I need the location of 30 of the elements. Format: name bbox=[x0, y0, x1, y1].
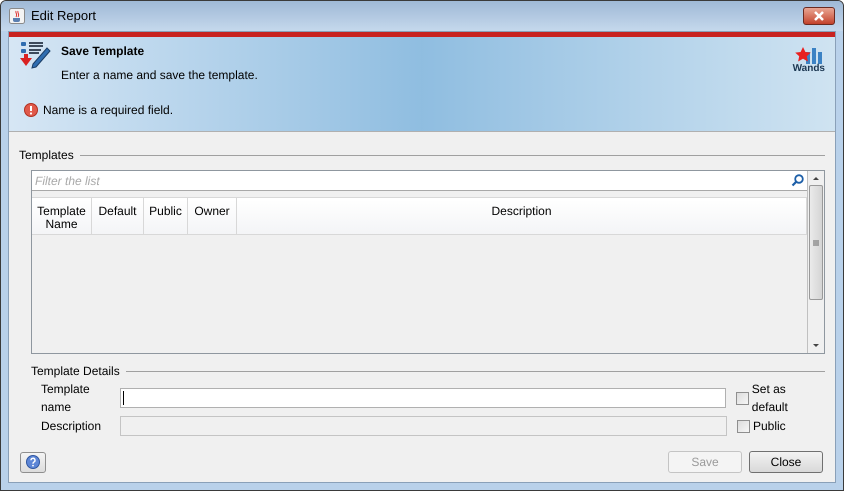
field-label: Template name bbox=[41, 381, 91, 416]
checkbox[interactable] bbox=[736, 392, 749, 404]
help-button[interactable] bbox=[20, 452, 46, 472]
column-header[interactable]: Template Name bbox=[32, 198, 92, 234]
grip-icon bbox=[813, 240, 819, 246]
checkbox-label: Public bbox=[753, 418, 786, 435]
close-icon bbox=[813, 11, 825, 21]
close-button[interactable] bbox=[803, 7, 835, 25]
field-label: Description bbox=[41, 418, 102, 435]
help-icon bbox=[26, 455, 40, 469]
scroll-thumb[interactable] bbox=[809, 185, 823, 300]
text-cursor bbox=[123, 391, 124, 405]
section-label: Templates bbox=[19, 147, 74, 164]
dialog-button[interactable]: Close bbox=[749, 451, 823, 473]
window-title: Edit Report bbox=[31, 7, 96, 26]
header-title: Save Template bbox=[61, 43, 146, 60]
star-bars-logo-icon bbox=[794, 46, 824, 64]
section-label: Template Details bbox=[31, 363, 120, 380]
scrollbar[interactable] bbox=[807, 171, 824, 353]
search-icon bbox=[791, 174, 804, 187]
logo-text: Wands bbox=[792, 64, 825, 74]
header-subtitle: Enter a name and save the template. bbox=[61, 67, 258, 84]
error-message: Name is a required field. bbox=[43, 102, 174, 119]
checkbox-label: Set as default bbox=[752, 381, 789, 416]
coffee-cup-icon bbox=[9, 8, 25, 24]
text-field[interactable] bbox=[120, 388, 726, 408]
error-icon bbox=[24, 103, 38, 117]
column-header[interactable]: Owner bbox=[188, 198, 237, 234]
column-header[interactable]: Public bbox=[144, 198, 188, 234]
column-header[interactable]: Default bbox=[92, 198, 144, 234]
